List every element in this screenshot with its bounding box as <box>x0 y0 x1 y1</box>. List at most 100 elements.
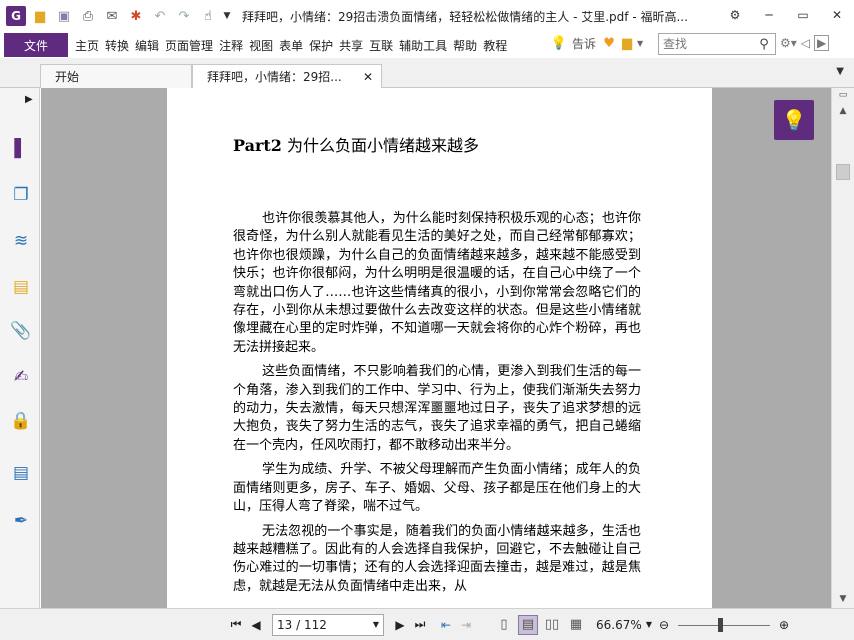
chevron-down-icon[interactable]: ▼ <box>373 620 379 629</box>
continuous-facing-view-icon[interactable]: ▦ <box>566 615 586 635</box>
sign-tool-icon[interactable]: ✒ <box>10 510 32 532</box>
save-icon[interactable]: ▣ <box>54 6 74 26</box>
tab-start[interactable]: 开始 <box>40 64 192 88</box>
facing-view-icon[interactable]: ▯▯ <box>542 615 562 635</box>
print-icon[interactable]: ⎙ <box>78 6 98 26</box>
single-page-view-icon[interactable]: ▯ <box>494 615 514 635</box>
next-view-icon[interactable]: ⇥ <box>456 615 476 635</box>
first-page-icon[interactable]: ⏮ <box>226 615 246 635</box>
menu-bar: 文件 主页 转换 编辑 页面管理 注释 视图 表单 保护 共享 互联 辅助工具 … <box>0 32 854 58</box>
paragraph: 也许你很羡慕其他人，为什么能时刻保持积极乐观的心态；也许你很奇怪，为什么别人就能… <box>233 211 641 355</box>
menu-form[interactable]: 表单 <box>276 37 306 54</box>
app-logo[interactable]: G <box>6 6 26 26</box>
previous-page-icon[interactable]: ◀ <box>246 615 266 635</box>
quick-access-dropdown-icon[interactable]: ▼ <box>222 6 232 26</box>
menu-share[interactable]: 共享 <box>336 37 366 54</box>
attachments-icon[interactable]: 📎 <box>10 320 32 342</box>
tab-document-label: 拜拜吧，小情绪：29招... <box>207 70 342 84</box>
signature-icon[interactable]: ✍ <box>10 366 32 388</box>
open-folder-icon[interactable]: ▆ <box>30 6 50 26</box>
zoom-out-icon[interactable]: ⊖ <box>654 615 674 635</box>
heading-title: 为什么负面小情绪越来越多 <box>281 136 480 155</box>
zoom-slider-thumb[interactable] <box>718 617 723 632</box>
gear-icon[interactable]: ⚙▾ <box>780 36 797 50</box>
document-tab-bar: 开始 拜拜吧，小情绪：29招... ✕ ▼ <box>0 58 854 88</box>
scroll-down-icon[interactable]: ▼ <box>836 592 850 606</box>
paragraph: 学生为成绩、升学、不被父母理解而产生负面小情绪；成年人的负面情绪则更多，房子、车… <box>233 462 641 515</box>
form-icon[interactable]: ▤ <box>10 462 32 484</box>
zoom-dropdown-icon[interactable]: ▼ <box>644 615 654 635</box>
status-bar: ⏮ ◀ 13 / 112 ▼ ▶ ⏭ ⇤ ⇥ ▯ ▤ ▯▯ ▦ 66.67% ▼… <box>0 608 854 640</box>
tips-lightbulb-icon[interactable]: 💡 <box>774 100 814 140</box>
scroll-thumb[interactable] <box>836 164 850 180</box>
paragraph: 无法忽视的一个事实是，随着我们的负面小情绪越来越多，生活也越来越糟糕了。因此有的… <box>233 523 641 594</box>
page-heading: Part2 为什么负面小情绪越来越多 <box>233 132 479 156</box>
forward-icon[interactable]: ▶ <box>814 35 830 51</box>
zoom-level[interactable]: 66.67% <box>596 618 644 632</box>
last-page-icon[interactable]: ⏭ <box>410 615 430 635</box>
comments-icon[interactable]: ▤ <box>10 276 32 298</box>
search-input[interactable] <box>659 35 755 53</box>
menu-comment[interactable]: 注释 <box>216 37 246 54</box>
layers-icon[interactable]: ≋ <box>10 230 32 252</box>
tell-me-label[interactable]: 告诉 <box>572 35 596 52</box>
page-number-field[interactable]: 13 / 112 ▼ <box>272 613 384 636</box>
navigation-panel: ▶ ▌ ❐ ≋ ▤ 📎 ✍ 🔒 ▤ ✒ <box>0 88 40 608</box>
paragraph: 这些负面情绪，不只影响着我们的心情，更渗入到我们生活的每一个角落，渗入到我们的工… <box>233 364 641 453</box>
pages-icon[interactable]: ❐ <box>10 184 32 206</box>
menu-accessibility[interactable]: 辅助工具 <box>396 37 450 54</box>
zoom-slider[interactable] <box>678 615 770 635</box>
scroll-split-icon[interactable]: ▭ <box>836 88 850 102</box>
menu-protect[interactable]: 保护 <box>306 37 336 54</box>
window-title: 拜拜吧，小情绪：29招击溃负面情绪，轻轻松松做情绪的主人 - 艾里.pdf - … <box>242 9 688 24</box>
menu-view[interactable]: 视图 <box>246 37 276 54</box>
settings-icon[interactable]: ⚙ <box>718 0 752 30</box>
redo-icon[interactable]: ↷ <box>174 6 194 26</box>
menu-connect[interactable]: 互联 <box>366 37 396 54</box>
minimize-icon[interactable]: ─ <box>752 0 786 30</box>
document-viewport[interactable]: Part2 为什么负面小情绪越来越多 也许你很羡慕其他人，为什么能时刻保持积极乐… <box>41 88 831 608</box>
file-menu[interactable]: 文件 <box>4 33 68 57</box>
expand-panel-icon[interactable]: ▶ <box>25 94 33 105</box>
zoom-in-icon[interactable]: ⊕ <box>774 615 794 635</box>
ribbon-tabs: 主页 转换 编辑 页面管理 注释 视图 表单 保护 共享 互联 辅助工具 帮助 … <box>72 37 510 54</box>
next-page-icon[interactable]: ▶ <box>390 615 410 635</box>
search-box[interactable]: ⚲ <box>658 33 776 55</box>
menu-tutorial[interactable]: 教程 <box>480 37 510 54</box>
close-tab-icon[interactable]: ✕ <box>363 70 373 84</box>
security-icon[interactable]: 🔒 <box>10 410 32 432</box>
back-icon[interactable]: ◁ <box>801 36 810 50</box>
window-controls: ⚙ ─ ▭ ✕ <box>718 0 854 30</box>
vertical-scrollbar[interactable]: ▭ ▲ ▼ <box>831 88 854 608</box>
menu-right-tools: 💡 告诉 ♥ ▆ ▼ <box>550 34 644 52</box>
menu-page-management[interactable]: 页面管理 <box>162 37 216 54</box>
zoom-slider-track <box>678 624 770 626</box>
tab-start-label: 开始 <box>55 70 80 84</box>
lightbulb-icon[interactable]: 💡 <box>550 34 568 52</box>
menu-convert[interactable]: 转换 <box>102 37 132 54</box>
like-icon[interactable]: ♥ <box>600 34 618 52</box>
title-bar: G ▆ ▣ ⎙ ✉ ✱ ↶ ↷ ☝ ▼ 拜拜吧，小情绪：29招击溃负面情绪，轻轻… <box>0 0 854 32</box>
dropdown-icon[interactable]: ▼ <box>636 34 644 52</box>
heading-part-label: Part2 <box>233 136 282 155</box>
tab-list-dropdown-icon[interactable]: ▼ <box>836 66 844 77</box>
menu-home[interactable]: 主页 <box>72 37 102 54</box>
undo-icon[interactable]: ↶ <box>150 6 170 26</box>
pdf-page: Part2 为什么负面小情绪越来越多 也许你很羡慕其他人，为什么能时刻保持积极乐… <box>167 88 712 608</box>
page-number-value: 13 / 112 <box>277 617 327 632</box>
previous-view-icon[interactable]: ⇤ <box>436 615 456 635</box>
menu-help[interactable]: 帮助 <box>450 37 480 54</box>
hand-tool-icon[interactable]: ☝ <box>198 6 218 26</box>
menu-edit[interactable]: 编辑 <box>132 37 162 54</box>
continuous-view-icon[interactable]: ▤ <box>518 614 538 635</box>
new-icon[interactable]: ✱ <box>126 6 146 26</box>
page-thumbnail-icon[interactable]: ▌ <box>10 138 32 160</box>
email-icon[interactable]: ✉ <box>102 6 122 26</box>
restore-icon[interactable]: ▭ <box>786 0 820 30</box>
search-icon[interactable]: ⚲ <box>755 37 773 52</box>
tab-document[interactable]: 拜拜吧，小情绪：29招... ✕ <box>192 64 382 88</box>
page-body: 也许你很羡慕其他人，为什么能时刻保持积极乐观的心态；也许你很奇怪，为什么别人就能… <box>233 210 641 602</box>
scroll-up-icon[interactable]: ▲ <box>836 104 850 118</box>
folder-search-icon[interactable]: ▆ <box>618 34 636 52</box>
close-icon[interactable]: ✕ <box>820 0 854 30</box>
